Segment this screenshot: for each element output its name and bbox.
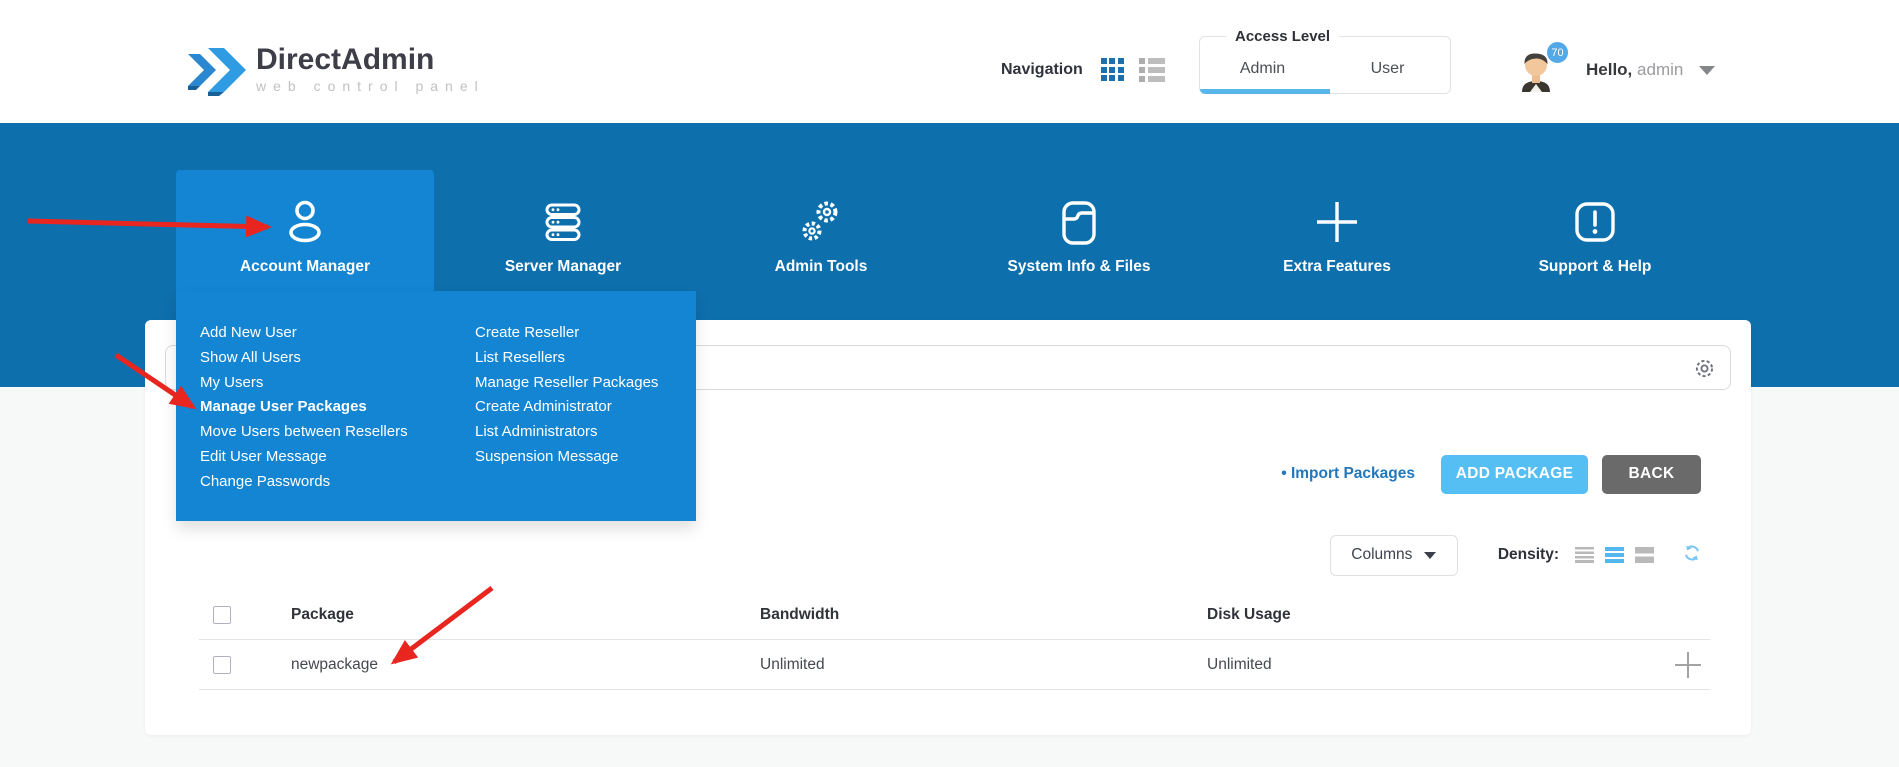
nav-account-manager[interactable]: Account Manager: [176, 170, 434, 291]
logo-text: DirectAdmin web control panel: [256, 44, 485, 94]
column-header-bandwidth[interactable]: Bandwidth: [760, 606, 839, 624]
table-view-controls: Columns Density:: [1330, 534, 1701, 576]
user-dropdown-caret-icon[interactable]: [1699, 66, 1715, 75]
account-manager-dropdown: Add New User Show All Users My Users Man…: [176, 291, 696, 521]
logo-title: DirectAdmin: [256, 44, 485, 76]
column-header-package[interactable]: Package: [291, 606, 354, 624]
dropdown-column-1: Add New User Show All Users My Users Man…: [200, 321, 408, 495]
directadmin-page: DirectAdmin web control panel Navigation…: [0, 0, 1899, 767]
logo-subtitle: web control panel: [256, 78, 485, 94]
menu-move-users-between-resellers[interactable]: Move Users between Resellers: [200, 420, 408, 445]
add-package-button[interactable]: ADD PACKAGE: [1441, 455, 1588, 494]
user-menu[interactable]: 70 Hello, admin: [1514, 48, 1715, 92]
cell-package-name[interactable]: newpackage: [291, 656, 378, 674]
menu-change-passwords[interactable]: Change Passwords: [200, 470, 408, 495]
exclamation-icon: [1571, 196, 1619, 248]
user-greeting: Hello, admin: [1586, 60, 1683, 80]
packages-table: Package Bandwidth Disk Usage newpackage …: [199, 590, 1710, 690]
menu-create-administrator[interactable]: Create Administrator: [475, 395, 658, 420]
import-bullet: •: [1281, 465, 1286, 482]
menu-my-users[interactable]: My Users: [200, 371, 408, 396]
density-normal-icon[interactable]: [1605, 547, 1624, 563]
nav-admin-tools[interactable]: Admin Tools: [692, 170, 950, 291]
access-level-tabs: Admin User: [1200, 47, 1450, 91]
row-expand-plus-icon[interactable]: [1674, 651, 1702, 684]
menu-manage-user-packages[interactable]: Manage User Packages: [200, 395, 408, 420]
navigation-switcher: Navigation: [1001, 58, 1165, 82]
menu-create-reseller[interactable]: Create Reseller: [475, 321, 658, 346]
avatar[interactable]: 70: [1514, 48, 1558, 92]
nav-server-manager[interactable]: Server Manager: [434, 170, 692, 291]
menu-list-resellers[interactable]: List Resellers: [475, 346, 658, 371]
plus-icon: [1313, 196, 1361, 248]
nav-system-info-files[interactable]: System Info & Files: [950, 170, 1208, 291]
gears-icon: [797, 196, 845, 248]
package-actions: • Import Packages ADD PACKAGE BACK: [1281, 454, 1701, 494]
columns-caret-icon: [1424, 552, 1436, 559]
menu-suspension-message[interactable]: Suspension Message: [475, 445, 658, 470]
navigation-label: Navigation: [1001, 61, 1083, 79]
refresh-icon[interactable]: [1683, 544, 1701, 567]
username: admin: [1637, 60, 1683, 79]
table-header-row: Package Bandwidth Disk Usage: [199, 590, 1710, 640]
search-settings-gear-icon[interactable]: [1693, 357, 1716, 385]
dropdown-column-2: Create Reseller List Resellers Manage Re…: [475, 321, 658, 470]
access-level-label: Access Level: [1226, 28, 1339, 45]
notification-badge[interactable]: 70: [1545, 40, 1570, 65]
access-level-box: Access Level Admin User: [1199, 36, 1451, 94]
folder-icon: [1055, 196, 1103, 248]
menu-list-administrators[interactable]: List Administrators: [475, 420, 658, 445]
tab-admin[interactable]: Admin: [1200, 47, 1325, 91]
active-tab-underline: [1200, 89, 1330, 94]
cell-disk-usage: Unlimited: [1207, 656, 1272, 674]
menu-add-new-user[interactable]: Add New User: [200, 321, 408, 346]
directadmin-logo[interactable]: DirectAdmin web control panel: [186, 44, 485, 96]
table-row[interactable]: newpackage Unlimited Unlimited: [199, 640, 1710, 690]
tab-user[interactable]: User: [1325, 47, 1450, 91]
top-header: DirectAdmin web control panel Navigation…: [0, 0, 1899, 123]
menu-edit-user-message[interactable]: Edit User Message: [200, 445, 408, 470]
menu-manage-reseller-packages[interactable]: Manage Reseller Packages: [475, 371, 658, 396]
greeting-text: Hello,: [1586, 60, 1632, 79]
select-all-checkbox[interactable]: [213, 606, 231, 624]
nav-support-help[interactable]: Support & Help: [1466, 170, 1724, 291]
nav-extra-features[interactable]: Extra Features: [1208, 170, 1466, 291]
density-compact-icon[interactable]: [1635, 547, 1654, 563]
grid-view-icon[interactable]: [1101, 58, 1125, 82]
density-comfortable-icon[interactable]: [1575, 547, 1594, 563]
menu-show-all-users[interactable]: Show All Users: [200, 346, 408, 371]
row-checkbox[interactable]: [213, 656, 231, 674]
cell-bandwidth: Unlimited: [760, 656, 825, 674]
column-header-disk-usage[interactable]: Disk Usage: [1207, 606, 1291, 624]
import-packages-link[interactable]: • Import Packages: [1281, 465, 1415, 483]
server-icon: [539, 196, 587, 248]
main-navigation: Account Manager Server Manager: [176, 170, 1724, 291]
logo-chevrons-icon: [186, 44, 248, 96]
back-button[interactable]: BACK: [1602, 455, 1701, 494]
user-icon: [281, 196, 329, 248]
list-view-icon[interactable]: [1139, 58, 1165, 82]
columns-dropdown[interactable]: Columns: [1330, 535, 1458, 576]
density-label: Density:: [1498, 546, 1559, 564]
